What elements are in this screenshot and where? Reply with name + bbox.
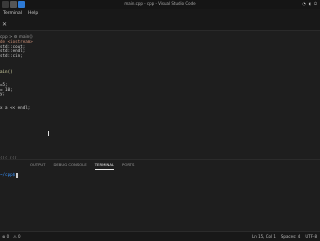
code-line[interactable]: x a << endl; xyxy=(0,105,30,111)
code-line[interactable]: y; xyxy=(0,91,5,97)
terminal-cursor xyxy=(16,172,19,178)
wifi-icon[interactable]: ◔ xyxy=(302,1,306,6)
os-top-bar: main.cpp - cpp - Visual Studio Code ◔ ◖ … xyxy=(0,0,320,9)
power-icon[interactable]: ⏻ xyxy=(314,1,317,6)
close-icon[interactable]: ✕ xyxy=(2,21,7,28)
cursor-position[interactable]: Ln 15, Col 1 xyxy=(252,234,276,239)
encoding[interactable]: UTF-8 xyxy=(305,234,317,239)
system-tray: ◔ ◖ ⏻ xyxy=(302,1,317,6)
status-left: ⊗ 0 ⚠ 0 xyxy=(2,234,21,239)
indentation[interactable]: Spaces: 4 xyxy=(281,234,300,239)
mouse-text-cursor xyxy=(48,131,49,136)
menu-terminal[interactable]: Terminal xyxy=(3,11,22,16)
terminal-prompt: ~/cpp$ xyxy=(0,172,16,177)
window-title: main.cpp - cpp - Visual Studio Code xyxy=(124,1,196,6)
code-line[interactable]: ain() xyxy=(0,69,13,75)
bottom-panel: OUTPUT DEBUG CONSOLE TERMINAL PORTS ~/cp… xyxy=(0,159,320,230)
tab-debug-console[interactable]: DEBUG CONSOLE xyxy=(53,160,86,170)
tab-output[interactable]: OUTPUT xyxy=(30,160,45,170)
status-right: Ln 15, Col 1 Spaces: 4 UTF-8 xyxy=(252,234,317,239)
code-line[interactable]: std::cin; xyxy=(0,53,23,59)
tab-ports[interactable]: PORTS xyxy=(122,160,134,170)
terminal-prompt-line[interactable]: ~/cpp$ xyxy=(0,172,19,178)
volume-icon[interactable]: ◖ xyxy=(309,1,311,6)
tab-terminal[interactable]: TERMINAL xyxy=(94,160,115,170)
warnings-count[interactable]: ⚠ 0 xyxy=(13,234,20,239)
menu-bar: Terminal Help xyxy=(0,9,320,18)
menu-help[interactable]: Help xyxy=(28,11,38,16)
panel-tabs: OUTPUT DEBUG CONSOLE TERMINAL PORTS xyxy=(30,160,134,170)
errors-count[interactable]: ⊗ 0 xyxy=(2,234,9,239)
editor-tabs: ✕ xyxy=(0,18,320,31)
